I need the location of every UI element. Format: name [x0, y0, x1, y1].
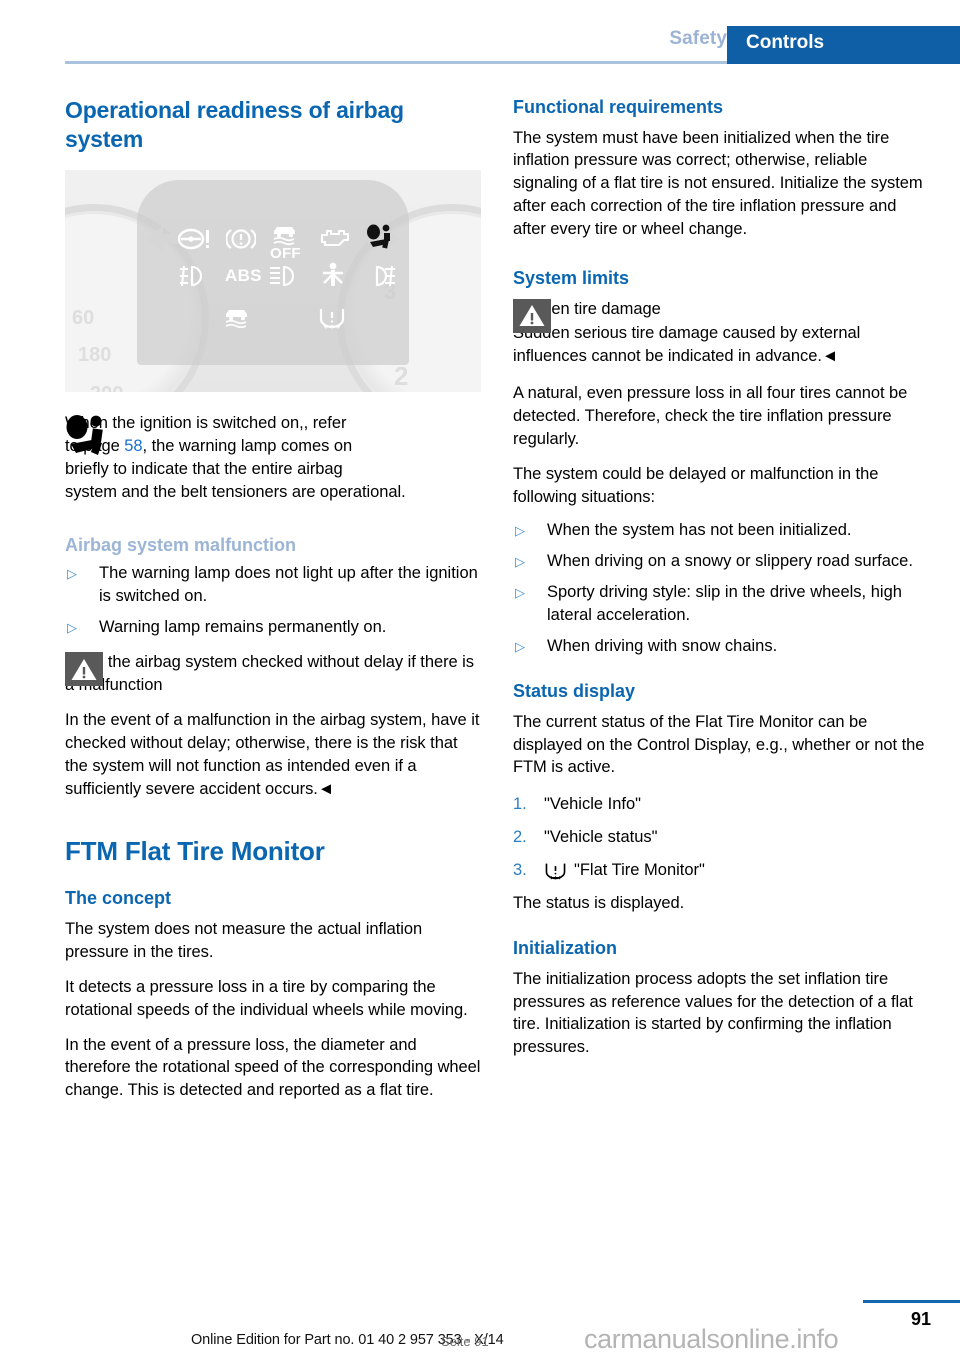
seatbelt-icon	[320, 262, 346, 289]
right-column: Functional requirements The system must …	[513, 96, 929, 1059]
heading-status-display: Status display	[513, 681, 636, 702]
gauge-number: 60	[72, 306, 95, 329]
bullet-text: When the system has not been initialized…	[547, 520, 852, 539]
triangle-bullet-icon: ▷	[515, 639, 525, 654]
page-reference-link[interactable]: 58	[124, 437, 142, 455]
list-item-step[interactable]: 3. "Flat Tire Monitor"	[513, 859, 929, 882]
abs-icon: ABS	[225, 265, 262, 285]
step-number: 3.	[513, 861, 527, 880]
triangle-bullet-icon: ▷	[67, 619, 77, 635]
concept-paragraph: The system does not measure the actual i…	[65, 919, 423, 961]
list-item: ▷ When driving with snow chains.	[513, 635, 929, 658]
triangle-bullet-icon: ▷	[515, 522, 525, 538]
tire-pressure-icon	[318, 306, 346, 330]
bullet-text: Warning lamp remains permanently on.	[99, 617, 387, 636]
header-tab-underline	[727, 61, 960, 64]
list-item: ▷ The warning lamp does not light up aft…	[65, 562, 481, 608]
list-item: ▷ Warning lamp remains permanently on.	[65, 616, 481, 639]
turn-signal-left-icon	[145, 225, 178, 252]
triangle-bullet-icon: ▷	[515, 554, 525, 570]
page-header: Safety Controls	[0, 0, 960, 64]
footer-seite-text: Seite 91	[441, 1334, 489, 1349]
check-engine-icon	[319, 226, 351, 250]
bullet-text: When driving with snow chains.	[547, 637, 778, 655]
footer-divider-rule	[863, 1300, 960, 1303]
hint-line-2: to page 58, the warning lamp comes on	[65, 435, 481, 458]
step-label: "Vehicle status"	[544, 828, 658, 847]
breadcrumb-tab-controls[interactable]: Controls	[727, 26, 960, 61]
left-column: Operational readiness of airbag system 6…	[65, 96, 481, 1102]
list-item: ▷ When driving on a snowy or slippery ro…	[513, 550, 929, 573]
hint-line-4: system and the belt tensioners are opera…	[65, 482, 406, 501]
status-display-body: The current status of the Flat Tire Moni…	[513, 712, 925, 777]
instrument-cluster-figure: 60 180 200 2 3	[65, 169, 481, 392]
status-footer-text: The status is displayed.	[513, 894, 685, 913]
concept-paragraph: It detects a pressure loss in a tire by …	[65, 977, 468, 1019]
step-label: "Vehicle Info"	[544, 795, 642, 814]
step-label: "Flat Tire Monitor"	[574, 861, 705, 880]
dsc-off-icon: OFF	[270, 222, 301, 262]
warning-triangle-icon	[513, 298, 551, 333]
limits-paragraph: A natural, even pressure loss in all fou…	[513, 384, 908, 449]
airbag-person-icon	[65, 414, 111, 458]
triangle-bullet-icon: ▷	[67, 566, 77, 582]
list-item: ▷ When the system has not been initializ…	[513, 519, 929, 542]
warning-triangle-icon	[65, 652, 103, 687]
hint-line-2-post: , the warning lamp comes on	[142, 436, 353, 455]
step-number: 1.	[513, 795, 527, 814]
limits-paragraph: The system could be delayed or malfuncti…	[513, 465, 879, 506]
list-item: ▷ Sporty driving style: slip in the driv…	[513, 581, 929, 627]
heading-system-limits: System limits	[513, 268, 630, 289]
gauge-number: 200	[90, 383, 123, 392]
functional-requirements-body: The system must have been initialized wh…	[513, 128, 923, 239]
warning-text: Have the airbag system checked without d…	[65, 653, 474, 695]
header-divider-rule	[65, 61, 727, 64]
page-title: Operational readiness of airbag system	[65, 97, 404, 152]
fog-lamp-icon	[178, 264, 212, 288]
dsc-icon	[222, 305, 252, 331]
gauge-number: 2	[394, 360, 409, 391]
warning-body-first-line	[566, 323, 929, 346]
page-number: 91	[910, 1309, 931, 1329]
heading-initialization: Initialization	[513, 938, 618, 959]
warning-body-paragraph: In the event of a malfunction in the air…	[65, 710, 480, 798]
heading-functional-requirements: Functional requirements	[513, 97, 724, 117]
heading-airbag-system-malfunction: Airbag system malfunction	[65, 534, 297, 555]
heading-the-concept: The concept	[65, 888, 172, 909]
step-number: 2.	[513, 828, 527, 847]
concept-paragraph: In the event of a pressure loss, the dia…	[65, 1035, 481, 1100]
warning-notice-airbag: Have the airbag system checked without d…	[65, 651, 481, 697]
breadcrumb-tab-safety[interactable]: Safety	[669, 28, 727, 50]
steering-warning-icon	[178, 226, 212, 252]
list-item-step[interactable]: 1. "Vehicle Info"	[513, 793, 929, 816]
low-beam-icon	[268, 264, 302, 288]
bullet-text: Sporty driving style: slip in the drive …	[547, 583, 902, 625]
dsc-off-label: OFF	[270, 244, 301, 262]
bullet-text: The warning lamp does not light up after…	[99, 564, 478, 606]
triangle-bullet-icon: ▷	[515, 585, 525, 601]
warning-title: Sudden tire damage	[513, 299, 661, 318]
brake-warning-icon	[226, 226, 256, 252]
section-title-ftm: FTM Flat Tire Monitor	[65, 835, 325, 866]
list-item-step[interactable]: 2. "Vehicle status"	[513, 826, 929, 849]
high-beam-icon	[365, 264, 399, 288]
gauge-number: 180	[78, 343, 112, 366]
airbag-readiness-hint: When the ignition is switched on,, refer…	[65, 412, 481, 504]
hint-line-1: When the ignition is switched on,, refer	[65, 413, 347, 432]
tire-pressure-icon	[544, 861, 567, 881]
hint-line-3: briefly to indicate that the entire airb…	[65, 459, 343, 478]
warning-notice-sudden-tire-damage: Sudden tire damage	[513, 298, 929, 346]
initialization-body: The initialization process adopts the se…	[513, 969, 913, 1057]
bullet-text: When driving on a snowy or slippery road…	[547, 552, 913, 571]
site-watermark: carmanualsonline.info	[584, 1324, 839, 1354]
airbag-warning-icon	[366, 223, 396, 250]
